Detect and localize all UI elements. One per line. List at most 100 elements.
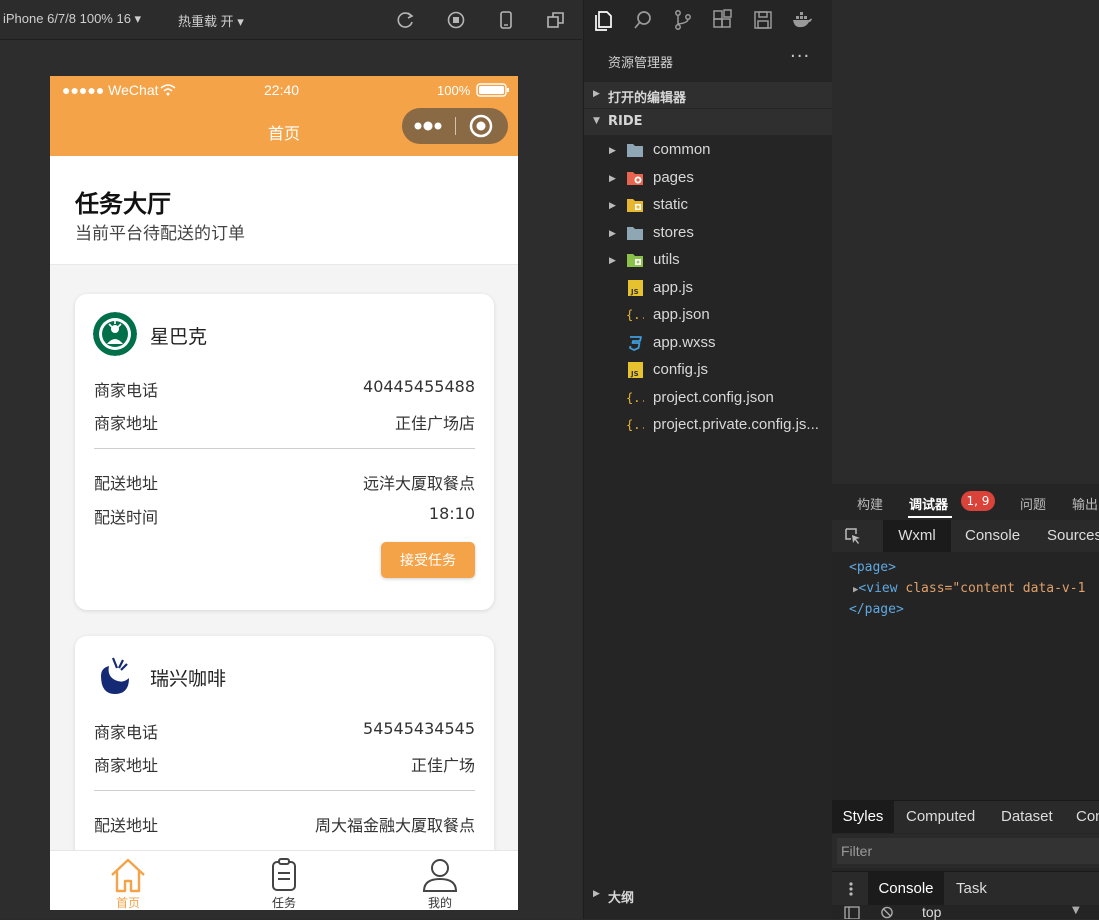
tree-item-stores[interactable]: ▶ stores [584, 220, 832, 246]
tab-styles[interactable]: Styles [832, 801, 894, 833]
starbucks-logo-icon [93, 312, 137, 356]
caret-right-icon: ▶ [609, 173, 616, 183]
more-actions-button[interactable]: ··· [790, 46, 810, 67]
explorer-panel: 资源管理器 ··· ▶ 打开的编辑器 ▼ RIDE ▶ common ▶ pag… [583, 0, 832, 919]
tab-tasks[interactable]: 任务 [206, 851, 362, 910]
tab-console-drawer[interactable]: Console [868, 872, 944, 906]
tab-home[interactable]: 首页 [50, 851, 206, 910]
search-icon[interactable] [632, 9, 654, 31]
hot-reload-toggle[interactable]: 热重载 开 ▾ [178, 11, 244, 30]
detach-window-icon[interactable] [546, 10, 566, 30]
battery-percent: 100% [437, 83, 471, 98]
svg-text:{..}: {..} [626, 308, 644, 322]
tree-item-label: project.private.config.js... [653, 416, 819, 433]
tab-sources[interactable]: Sources [1047, 520, 1099, 552]
tab-component[interactable]: Con [1076, 801, 1099, 833]
accept-task-button[interactable]: 接受任务 [381, 542, 475, 578]
section-outline[interactable]: ▶ 大纲 [584, 882, 832, 908]
tree-item-common[interactable]: ▶ common [584, 137, 832, 163]
tree-item-label: app.js [653, 279, 694, 296]
device-selector[interactable]: iPhone 6/7/8 100% 16 ▾ [3, 11, 141, 27]
tree-item-utils[interactable]: ▶ utils [584, 247, 832, 273]
activity-bar [584, 0, 832, 39]
sidebar-toggle-icon[interactable] [844, 906, 860, 919]
css-file-icon [629, 336, 642, 351]
console-drawer-tabs: Console Task [832, 871, 1099, 906]
tree-item-project-config[interactable]: {..} project.config.json [584, 385, 832, 411]
clipboard-icon [272, 858, 296, 891]
tree-item-label: common [653, 141, 711, 158]
battery-icon [476, 83, 509, 97]
editor-empty-area [832, 0, 1099, 484]
tab-profile[interactable]: 我的 [362, 851, 518, 910]
source-control-icon[interactable] [672, 9, 694, 31]
files-icon[interactable] [592, 9, 614, 31]
filter-input[interactable] [837, 838, 1099, 864]
tree-item-app-wxss[interactable]: app.wxss [584, 330, 832, 356]
tab-label: 任务 [271, 896, 296, 910]
close-target-icon[interactable] [469, 114, 493, 138]
explorer-title: 资源管理器 [608, 56, 674, 71]
tab-task[interactable]: Task [956, 872, 987, 906]
tab-wxml[interactable]: Wxml [883, 520, 951, 552]
phone-preview-icon[interactable] [496, 10, 516, 30]
tree-item-label: project.config.json [653, 389, 774, 406]
clear-console-icon[interactable] [880, 906, 894, 919]
refresh-icon[interactable] [396, 10, 416, 30]
json-file-icon: {..} [626, 418, 644, 432]
folder-pages-icon [627, 172, 643, 185]
svg-text:{..}: {..} [626, 418, 644, 432]
luckin-logo-icon [101, 657, 129, 694]
stop-icon[interactable] [446, 10, 466, 30]
extensions-icon[interactable] [711, 9, 733, 31]
tab-console[interactable]: Console [965, 520, 1020, 552]
svg-text:JS: JS [630, 370, 639, 378]
navigation-bar: 首页 [50, 104, 518, 156]
json-file-icon: {..} [626, 308, 644, 322]
chevron-down-icon[interactable]: ▼ [1072, 905, 1080, 916]
kebab-menu-icon[interactable] [848, 881, 854, 897]
tab-debugger[interactable]: 调试器 [909, 494, 948, 513]
element-picker-icon[interactable] [844, 527, 862, 545]
code-page-open[interactable]: <page> [849, 560, 896, 575]
status-bar: ●●●●● WeChat 22:40 100% [50, 76, 518, 104]
more-dots-icon[interactable] [414, 121, 442, 131]
merchant-phone: 54545434545 [363, 719, 475, 738]
code-attr-value: "content data-v-1 [952, 581, 1086, 596]
code-page-close[interactable]: </page> [849, 602, 904, 617]
tab-output[interactable]: 输出 [1072, 494, 1098, 513]
tree-item-config-js[interactable]: JS config.js [584, 357, 832, 383]
tab-dataset[interactable]: Dataset [1001, 801, 1053, 833]
tree-item-project-private-config[interactable]: {..} project.private.config.js... [584, 412, 832, 438]
code-attr: class= [897, 581, 953, 596]
section-label: RIDE [608, 114, 643, 129]
section-project[interactable]: ▼ RIDE [584, 109, 832, 135]
tree-item-pages[interactable]: ▶ pages [584, 165, 832, 191]
tree-item-static[interactable]: ▶ static [584, 192, 832, 218]
merchant-name: 星巴克 [150, 326, 208, 348]
styles-tabs: Styles Computed Dataset Con [832, 800, 1099, 833]
tree-item-app-js[interactable]: JS app.js [584, 275, 832, 301]
tree-item-label: stores [653, 224, 694, 241]
tab-computed[interactable]: Computed [906, 801, 975, 833]
card-divider [94, 448, 475, 449]
context-selector[interactable]: top [922, 904, 941, 920]
phone-label: 商家电话 [94, 381, 159, 400]
code-view-node[interactable]: ▶<view class="content data-v-1 [853, 581, 1085, 596]
simulator-toolbar: iPhone 6/7/8 100% 16 ▾ 热重载 开 ▾ [0, 0, 582, 40]
filter-bar [832, 834, 1099, 868]
delivery-time-label: 配送时间 [94, 508, 159, 527]
code-tag: <view [858, 581, 898, 596]
js-file-icon: JS [628, 362, 643, 378]
section-open-editors[interactable]: ▶ 打开的编辑器 [584, 82, 832, 108]
order-card: 星巴克 商家电话 40445455488 商家地址 正佳广场店 配送地址 远洋大… [75, 294, 494, 610]
docker-icon[interactable] [791, 9, 813, 31]
json-file-icon: {..} [626, 391, 644, 405]
tab-build[interactable]: 构建 [857, 494, 883, 513]
tab-issues[interactable]: 问题 [1020, 494, 1046, 513]
save-panel-icon[interactable] [752, 9, 774, 31]
devtools-tabs: Wxml Console Sources [832, 520, 1099, 552]
section-label: 大纲 [608, 891, 635, 906]
tree-item-app-json[interactable]: {..} app.json [584, 302, 832, 328]
tab-label: 首页 [115, 896, 140, 910]
